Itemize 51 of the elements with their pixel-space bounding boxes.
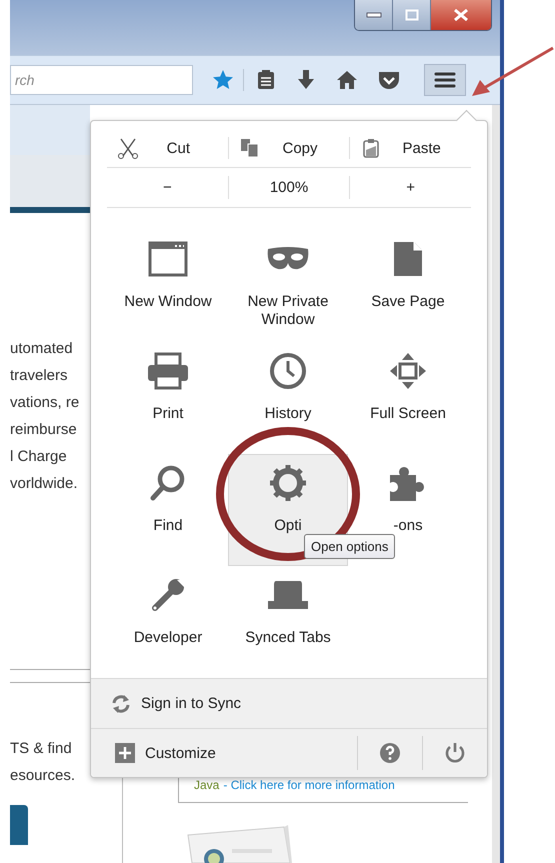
clock-icon: [269, 350, 307, 391]
edit-copy-button[interactable]: Copy: [228, 137, 350, 160]
scrollbar[interactable]: [492, 105, 500, 863]
menu-item[interactable]: Print: [108, 342, 228, 454]
menu-item[interactable]: History: [228, 342, 348, 454]
notice-label: Java: [194, 778, 220, 792]
menu-item[interactable]: New Window: [108, 230, 228, 342]
search-field[interactable]: rch: [10, 64, 193, 95]
zoom-reset-button[interactable]: 100%: [228, 176, 350, 199]
page-text-line: esources.: [10, 766, 76, 786]
menu-button[interactable]: [424, 64, 466, 96]
zoom-in-button[interactable]: +: [350, 176, 472, 199]
home-icon[interactable]: [336, 70, 358, 90]
page-text-line: vations, re: [10, 393, 80, 413]
sign-in-button[interactable]: Sign in to Sync: [107, 690, 246, 718]
pocket-icon[interactable]: [378, 70, 400, 90]
close-button[interactable]: [431, 0, 491, 30]
window-icon: [148, 238, 188, 279]
tooltip: Open options: [304, 534, 396, 559]
menu-item[interactable]: Developer: [108, 566, 228, 678]
maximize-icon: [404, 9, 418, 21]
page-text-line: travelers: [10, 366, 69, 386]
settings-icon: [269, 462, 307, 503]
power-icon: [444, 742, 466, 764]
minimize-button[interactable]: [355, 0, 393, 30]
clipboard-list-icon[interactable]: [256, 68, 276, 91]
download-icon[interactable]: [296, 68, 316, 91]
page-text-line: utomated: [10, 339, 74, 359]
info-link[interactable]: - Click here for more information: [223, 778, 395, 792]
menu-item[interactable]: Full Screen: [348, 342, 468, 454]
close-icon: [453, 9, 469, 21]
plus-icon: [115, 743, 135, 764]
maximize-button[interactable]: [393, 0, 431, 30]
sync-icon: [111, 694, 131, 714]
page-text-line: vorldwide.: [10, 474, 79, 494]
edit-cut-button[interactable]: Cut: [107, 137, 229, 160]
help-icon: [379, 742, 401, 764]
printer-icon: [146, 350, 190, 391]
page-text-line: TS & find: [10, 739, 73, 759]
page-text-line: reimburse: [10, 420, 78, 440]
scissors-icon: [117, 137, 139, 160]
page-text-line: l Charge: [10, 447, 68, 467]
zoom-out-button[interactable]: −: [107, 176, 229, 199]
menu-item[interactable]: New Private Window: [228, 230, 348, 342]
fullscreen-icon: [389, 350, 427, 391]
menu-item[interactable]: Synced Tabs: [228, 566, 348, 678]
menu-icon: [434, 72, 456, 88]
edit-paste-button[interactable]: Paste: [350, 137, 472, 160]
menu-item[interactable]: Save Page: [348, 230, 468, 342]
menu-item[interactable]: Find: [108, 454, 228, 566]
minimize-icon: [366, 11, 382, 19]
